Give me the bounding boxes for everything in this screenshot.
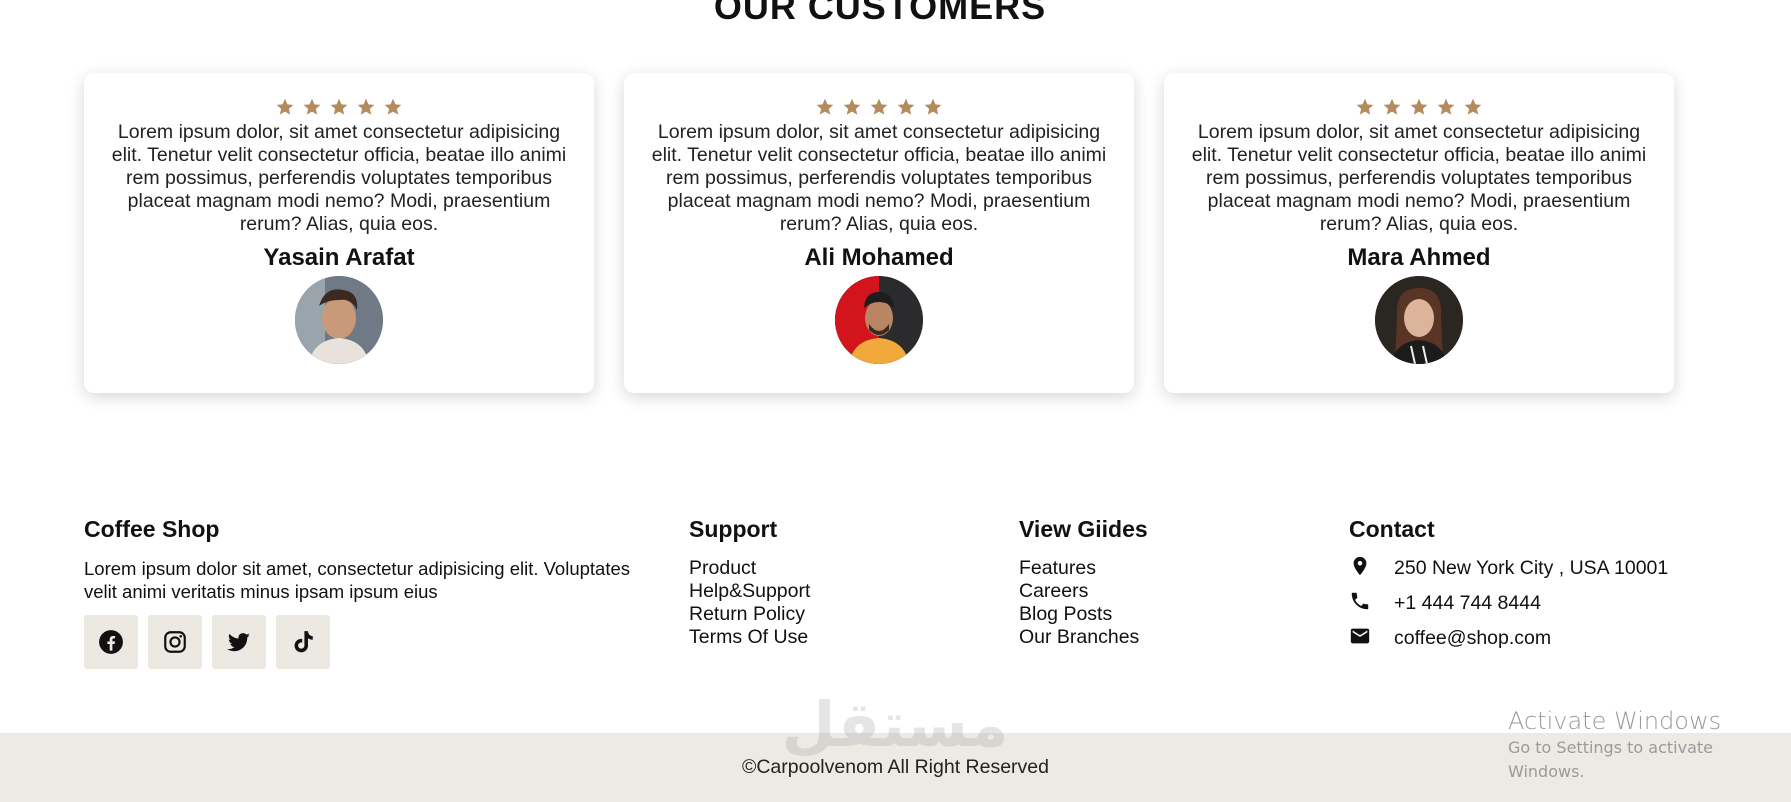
footer-link-product[interactable]: Product <box>689 557 810 580</box>
star-icon <box>1382 97 1402 117</box>
testimonial-quote: Lorem ipsum dolor, sit amet consectetur … <box>651 121 1107 235</box>
footer-contact-title: Contact <box>1349 516 1435 542</box>
star-icon <box>923 97 943 117</box>
testimonial-card: Lorem ipsum dolor, sit amet consectetur … <box>1164 73 1674 393</box>
footer-link-return-policy[interactable]: Return Policy <box>689 603 810 626</box>
star-icon <box>302 97 322 117</box>
instagram-button[interactable] <box>148 615 202 669</box>
map-pin-icon <box>1349 555 1394 583</box>
social-links <box>84 615 659 669</box>
star-icon <box>1463 97 1483 117</box>
star-icon <box>329 97 349 117</box>
customer-name: Mara Ahmed <box>1347 244 1491 271</box>
activate-windows-subtitle: Go to Settings to activate Windows. <box>1508 738 1713 781</box>
section-title: OUR CUSTOMERS <box>713 0 1047 27</box>
star-icon <box>896 97 916 117</box>
contact-address: 250 New York City , USA 10001 <box>1349 551 1668 586</box>
avatar <box>295 276 383 364</box>
footer: Coffee Shop Lorem ipsum dolor sit amet, … <box>84 516 1684 676</box>
footer-contact: Contact 250 New York City , USA 10001 +1… <box>1349 516 1668 656</box>
star-icon <box>1436 97 1456 117</box>
customer-name: Yasain Arafat <box>263 244 415 271</box>
footer-support: Support Product Help&Support Return Poli… <box>689 516 810 649</box>
footer-link-our-branches[interactable]: Our Branches <box>1019 626 1148 649</box>
footer-link-careers[interactable]: Careers <box>1019 580 1148 603</box>
contact-email: coffee@shop.com <box>1349 621 1668 656</box>
footer-guides: View Giides Features Careers Blog Posts … <box>1019 516 1148 649</box>
avatar <box>835 276 923 364</box>
star-icon <box>1355 97 1375 117</box>
contact-phone-text: +1 444 744 8444 <box>1394 592 1541 614</box>
footer-brand-title: Coffee Shop <box>84 516 220 542</box>
tiktok-icon <box>290 629 316 655</box>
avatar <box>1375 276 1463 364</box>
contact-phone: +1 444 744 8444 <box>1349 586 1668 621</box>
star-icon <box>356 97 376 117</box>
star-icon <box>815 97 835 117</box>
phone-icon <box>1349 590 1394 618</box>
twitter-button[interactable] <box>212 615 266 669</box>
footer-about-text: Lorem ipsum dolor sit amet, consectetur … <box>84 558 631 602</box>
testimonial-card: Lorem ipsum dolor, sit amet consectetur … <box>84 73 594 393</box>
activate-windows-overlay: Activate Windows Go to Settings to activ… <box>1508 706 1791 784</box>
copyright-text: ©Carpoolvenom All Right Reserved <box>741 756 1049 778</box>
footer-link-terms-of-use[interactable]: Terms Of Use <box>689 626 810 649</box>
star-icon <box>1409 97 1429 117</box>
star-icon <box>275 97 295 117</box>
footer-link-blog-posts[interactable]: Blog Posts <box>1019 603 1148 626</box>
contact-email-text: coffee@shop.com <box>1394 627 1552 649</box>
star-icon <box>383 97 403 117</box>
tiktok-button[interactable] <box>276 615 330 669</box>
twitter-icon <box>226 629 252 655</box>
star-rating <box>110 97 568 117</box>
contact-address-text: 250 New York City , USA 10001 <box>1394 557 1669 579</box>
footer-link-features[interactable]: Features <box>1019 557 1148 580</box>
testimonial-card: Lorem ipsum dolor, sit amet consectetur … <box>624 73 1134 393</box>
footer-guides-title: View Giides <box>1019 516 1148 542</box>
star-icon <box>869 97 889 117</box>
star-rating <box>650 97 1108 117</box>
facebook-icon <box>98 629 124 655</box>
star-icon <box>842 97 862 117</box>
instagram-icon <box>162 629 188 655</box>
testimonial-quote: Lorem ipsum dolor, sit amet consectetur … <box>111 121 567 235</box>
footer-support-title: Support <box>689 516 778 542</box>
facebook-button[interactable] <box>84 615 138 669</box>
activate-windows-title: Activate Windows <box>1508 707 1722 735</box>
customer-name: Ali Mohamed <box>804 244 954 271</box>
testimonial-quote: Lorem ipsum dolor, sit amet consectetur … <box>1191 121 1647 235</box>
star-rating <box>1190 97 1648 117</box>
mail-icon <box>1349 625 1394 653</box>
footer-about: Coffee Shop Lorem ipsum dolor sit amet, … <box>84 516 659 669</box>
footer-link-help-support[interactable]: Help&Support <box>689 580 810 603</box>
